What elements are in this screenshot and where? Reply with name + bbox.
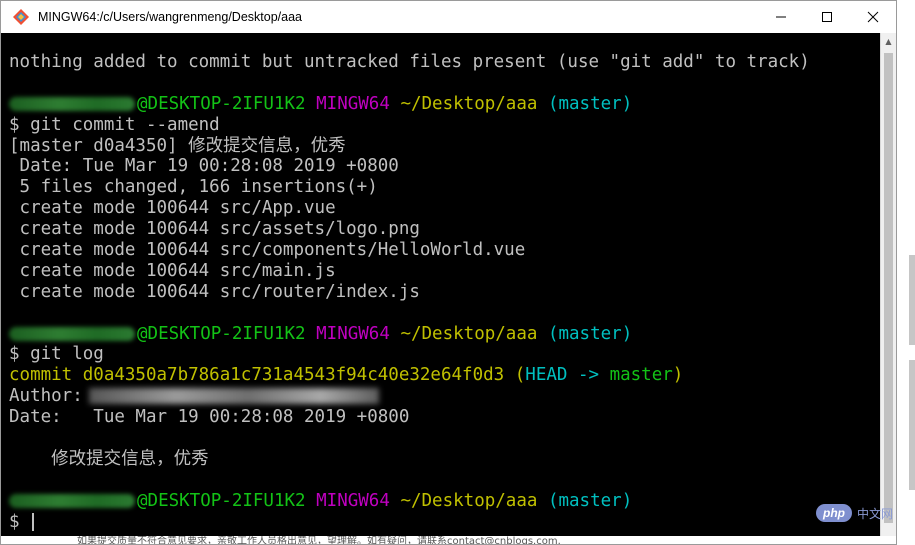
prompt-host: @DESKTOP-2IFU1K2	[137, 93, 306, 114]
create-mode-line: create mode 100644 src/assets/logo.png	[9, 219, 420, 240]
text-cursor	[32, 512, 35, 531]
background-page-text: 如果提交质量不符合意见要求，亲敬工作人员格出意见，望理解。如有疑问，请联系con…	[77, 536, 561, 545]
maximize-icon	[822, 12, 832, 22]
scroll-thumb[interactable]	[884, 53, 893, 523]
prompt-branch: (master)	[547, 323, 633, 344]
vertical-scrollbar[interactable]: ▲	[880, 33, 896, 544]
prompt-branch: (master)	[547, 93, 633, 114]
minimize-icon	[776, 16, 786, 18]
background-block	[909, 360, 915, 490]
log-message: 修改提交信息，优秀	[51, 448, 209, 469]
prompt-path: ~/Desktop/aaa	[400, 93, 538, 114]
commit-stats-line: 5 files changed, 166 insertions(+)	[9, 177, 378, 198]
redacted-username	[9, 96, 135, 111]
log-commit-line: commit d0a4350a7b786a1c731a4543f94c40e32…	[9, 365, 881, 386]
log-message-line: 修改提交信息，优秀	[9, 449, 881, 470]
terminal-window: MINGW64:/c/Users/wangrenmeng/Desktop/aaa…	[0, 0, 897, 545]
redacted-author	[88, 388, 379, 405]
git-bash-icon	[12, 8, 30, 26]
log-ref-head: HEAD ->	[525, 365, 610, 386]
close-button[interactable]	[850, 1, 896, 33]
background-page-strip: 如果提交质量不符合意见要求，亲敬工作人员格出意见，望理解。如有疑问，请联系con…	[1, 536, 896, 545]
prompt-shell: MINGW64	[316, 93, 390, 114]
php-cn-logo: php 中文网	[816, 502, 912, 524]
redacted-username	[9, 493, 135, 508]
prompt-branch: (master)	[547, 490, 633, 511]
background-block	[909, 255, 915, 345]
create-mode-line: create mode 100644 src/main.js	[9, 260, 336, 281]
prompt-line: @DESKTOP-2IFU1K2 MINGW64 ~/Desktop/aaa (…	[9, 491, 881, 512]
prompt-shell: MINGW64	[316, 323, 390, 344]
log-ref-master: master	[609, 365, 673, 386]
prompt-path: ~/Desktop/aaa	[400, 323, 538, 344]
command-line: $ git commit --amend	[9, 114, 220, 135]
create-mode-line: create mode 100644 src/router/index.js	[9, 281, 420, 302]
prompt-line: @DESKTOP-2IFU1K2 MINGW64 ~/Desktop/aaa (…	[9, 324, 881, 345]
create-mode-line: create mode 100644 src/components/HelloW…	[9, 240, 526, 261]
terminal-output[interactable]: nothing added to commit but untracked fi…	[1, 33, 881, 544]
window-title: MINGW64:/c/Users/wangrenmeng/Desktop/aaa	[38, 10, 302, 24]
prompt-shell: MINGW64	[316, 490, 390, 511]
background-page-edge	[897, 0, 915, 545]
close-icon	[867, 11, 879, 23]
log-author-label: Author:	[9, 386, 83, 407]
commit-date-line: Date: Tue Mar 19 00:28:08 2019 +0800	[9, 156, 399, 177]
maximize-button[interactable]	[804, 1, 850, 33]
log-date-line: Date: Tue Mar 19 00:28:08 2019 +0800	[9, 407, 410, 428]
log-ref-close: )	[672, 365, 684, 386]
prompt-host: @DESKTOP-2IFU1K2	[137, 323, 306, 344]
php-logo-text: 中文网	[857, 506, 894, 521]
commit-output-prefix: [master d0a4350]	[9, 135, 189, 156]
final-prompt: $	[9, 511, 31, 532]
prompt-host: @DESKTOP-2IFU1K2	[137, 490, 306, 511]
command-line: $ git log	[9, 344, 104, 365]
terminal-line: nothing added to commit but untracked fi…	[9, 52, 810, 72]
minimize-button[interactable]	[758, 1, 804, 33]
commit-output-line: [master d0a4350] 修改提交信息，优秀	[9, 136, 881, 157]
redacted-username	[9, 326, 135, 341]
create-mode-line: create mode 100644 src/App.vue	[9, 198, 336, 219]
log-commit-hash: commit d0a4350a7b786a1c731a4543f94c40e32…	[9, 365, 515, 386]
php-logo-mark: php	[816, 504, 852, 522]
log-ref-open: (	[514, 365, 526, 386]
commit-output-message: 修改提交信息，优秀	[188, 135, 346, 156]
prompt-path: ~/Desktop/aaa	[400, 490, 538, 511]
input-line[interactable]: $	[9, 512, 881, 533]
prompt-line: @DESKTOP-2IFU1K2 MINGW64 ~/Desktop/aaa (…	[9, 94, 881, 115]
scroll-up-icon[interactable]: ▲	[881, 33, 896, 50]
log-author-line: Author:	[9, 386, 881, 407]
title-bar[interactable]: MINGW64:/c/Users/wangrenmeng/Desktop/aaa	[1, 1, 896, 33]
